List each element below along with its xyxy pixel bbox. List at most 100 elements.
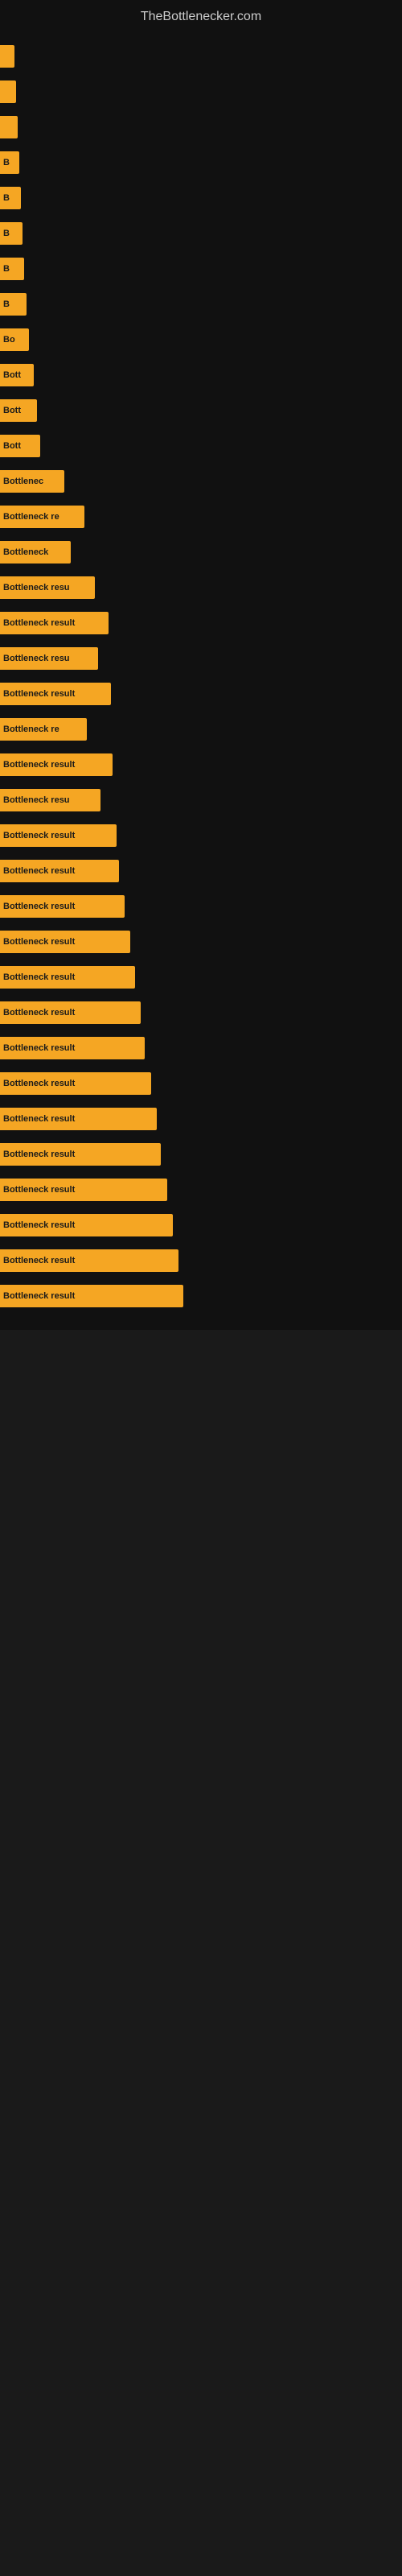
- bar-label: Bottleneck resu: [3, 795, 70, 805]
- bar-row: B: [0, 251, 402, 287]
- bar-label: Bott: [3, 441, 21, 451]
- bar-label: Bottleneck result: [3, 1220, 75, 1230]
- bar-label: Bottleneck re: [3, 512, 59, 522]
- bar-item: Bottleneck result: [0, 1249, 178, 1272]
- bar-item: Bott: [0, 435, 40, 457]
- bar-item: B: [0, 151, 19, 174]
- bar-row: Bottleneck result: [0, 924, 402, 960]
- bar-label: Bottleneck result: [3, 1185, 75, 1195]
- site-title: TheBottlenecker.com: [0, 0, 402, 31]
- bar-label: Bottleneck result: [3, 1114, 75, 1124]
- bar-item: Bottleneck result: [0, 1143, 161, 1166]
- bar-row: Bottleneck result: [0, 853, 402, 889]
- bar-label: Bottlenec: [3, 477, 43, 486]
- bar-label: Bottleneck result: [3, 689, 75, 699]
- bars-container: B B B B B Bo Bott Bott Bott Bottlenec Bottleneck r…: [0, 31, 402, 1330]
- bar-item: [0, 80, 16, 103]
- bar-item: Bott: [0, 399, 37, 422]
- bar-item: B: [0, 293, 27, 316]
- bar-row: Bott: [0, 393, 402, 428]
- bar-row: B: [0, 287, 402, 322]
- bar-row: Bottleneck re: [0, 712, 402, 747]
- bar-item: B: [0, 187, 21, 209]
- bar-row: Bottleneck re: [0, 499, 402, 535]
- bar-row: Bottleneck resu: [0, 570, 402, 605]
- bar-item: Bottleneck result: [0, 1001, 141, 1024]
- bar-label: Bottleneck result: [3, 866, 75, 876]
- bar-row: Bottlenec: [0, 464, 402, 499]
- bar-row: Bottleneck result: [0, 747, 402, 782]
- bar-row: Bottleneck result: [0, 1208, 402, 1243]
- bar-row: Bottleneck result: [0, 1137, 402, 1172]
- bar-label: Bottleneck result: [3, 1150, 75, 1159]
- bar-row: Bottleneck result: [0, 889, 402, 924]
- bar-label: Bottleneck result: [3, 760, 75, 770]
- bar-row: Bottleneck result: [0, 1278, 402, 1314]
- bar-label: Bottleneck result: [3, 937, 75, 947]
- bar-row: B: [0, 216, 402, 251]
- bar-item: Bottleneck resu: [0, 789, 100, 811]
- bar-item: Bottleneck result: [0, 895, 125, 918]
- bar-item: Bottleneck result: [0, 612, 109, 634]
- bar-item: [0, 45, 14, 68]
- bar-label: Bottleneck result: [3, 618, 75, 628]
- bar-label: B: [3, 264, 10, 274]
- bar-label: Bottleneck result: [3, 902, 75, 911]
- bar-item: Bottleneck result: [0, 1037, 145, 1059]
- bar-label: Bottleneck result: [3, 1008, 75, 1018]
- bar-row: Bottleneck result: [0, 676, 402, 712]
- bar-label: Bottleneck result: [3, 1079, 75, 1088]
- bar-row: Bottleneck result: [0, 1066, 402, 1101]
- bar-item: Bottleneck result: [0, 1108, 157, 1130]
- bar-label: Bottleneck result: [3, 831, 75, 840]
- bar-item: Bottleneck result: [0, 966, 135, 989]
- bar-label: Bottleneck resu: [3, 654, 70, 663]
- bar-label: Bottleneck resu: [3, 583, 70, 592]
- bar-row: [0, 109, 402, 145]
- bar-label: Bottleneck result: [3, 972, 75, 982]
- bar-label: Bott: [3, 406, 21, 415]
- bar-item: Bottleneck result: [0, 683, 111, 705]
- bar-item: Bottleneck re: [0, 506, 84, 528]
- bar-item: Bottleneck result: [0, 931, 130, 953]
- bar-label: Bottleneck re: [3, 724, 59, 734]
- bar-label: B: [3, 158, 10, 167]
- bar-item: Bottleneck resu: [0, 576, 95, 599]
- bar-item: Bottleneck resu: [0, 647, 98, 670]
- bar-item: Bottleneck result: [0, 1214, 173, 1236]
- page-container: TheBottlenecker.com BBBBBBoBottBottBottB…: [0, 0, 402, 1330]
- bar-label: B: [3, 229, 10, 238]
- bar-row: Bottleneck result: [0, 605, 402, 641]
- bar-row: [0, 74, 402, 109]
- bar-item: Bott: [0, 364, 34, 386]
- bar-label: B: [3, 299, 10, 309]
- bar-item: B: [0, 258, 24, 280]
- bar-label: Bottleneck result: [3, 1256, 75, 1265]
- bar-item: Bottleneck result: [0, 860, 119, 882]
- bar-row: Bottleneck result: [0, 1172, 402, 1208]
- bar-row: Bo: [0, 322, 402, 357]
- bar-row: Bottleneck result: [0, 1030, 402, 1066]
- bar-row: Bottleneck: [0, 535, 402, 570]
- bar-label: Bottleneck result: [3, 1043, 75, 1053]
- bar-label: Bott: [3, 370, 21, 380]
- bar-label: B: [3, 193, 10, 203]
- bar-row: B: [0, 145, 402, 180]
- bar-item: Bottleneck result: [0, 1179, 167, 1201]
- bar-item: Bottleneck result: [0, 824, 117, 847]
- bar-row: Bott: [0, 357, 402, 393]
- bar-row: Bottleneck resu: [0, 641, 402, 676]
- bar-item: Bottleneck result: [0, 1285, 183, 1307]
- bar-row: Bottleneck result: [0, 818, 402, 853]
- bar-item: Bottleneck: [0, 541, 71, 564]
- bar-row: Bottleneck result: [0, 1243, 402, 1278]
- bar-item: B: [0, 222, 23, 245]
- bar-row: Bottleneck resu: [0, 782, 402, 818]
- bar-item: Bottleneck result: [0, 753, 113, 776]
- bar-row: Bottleneck result: [0, 1101, 402, 1137]
- bar-row: Bottleneck result: [0, 960, 402, 995]
- bar-row: [0, 39, 402, 74]
- bar-row: Bottleneck result: [0, 995, 402, 1030]
- bar-item: Bo: [0, 328, 29, 351]
- bar-item: Bottleneck re: [0, 718, 87, 741]
